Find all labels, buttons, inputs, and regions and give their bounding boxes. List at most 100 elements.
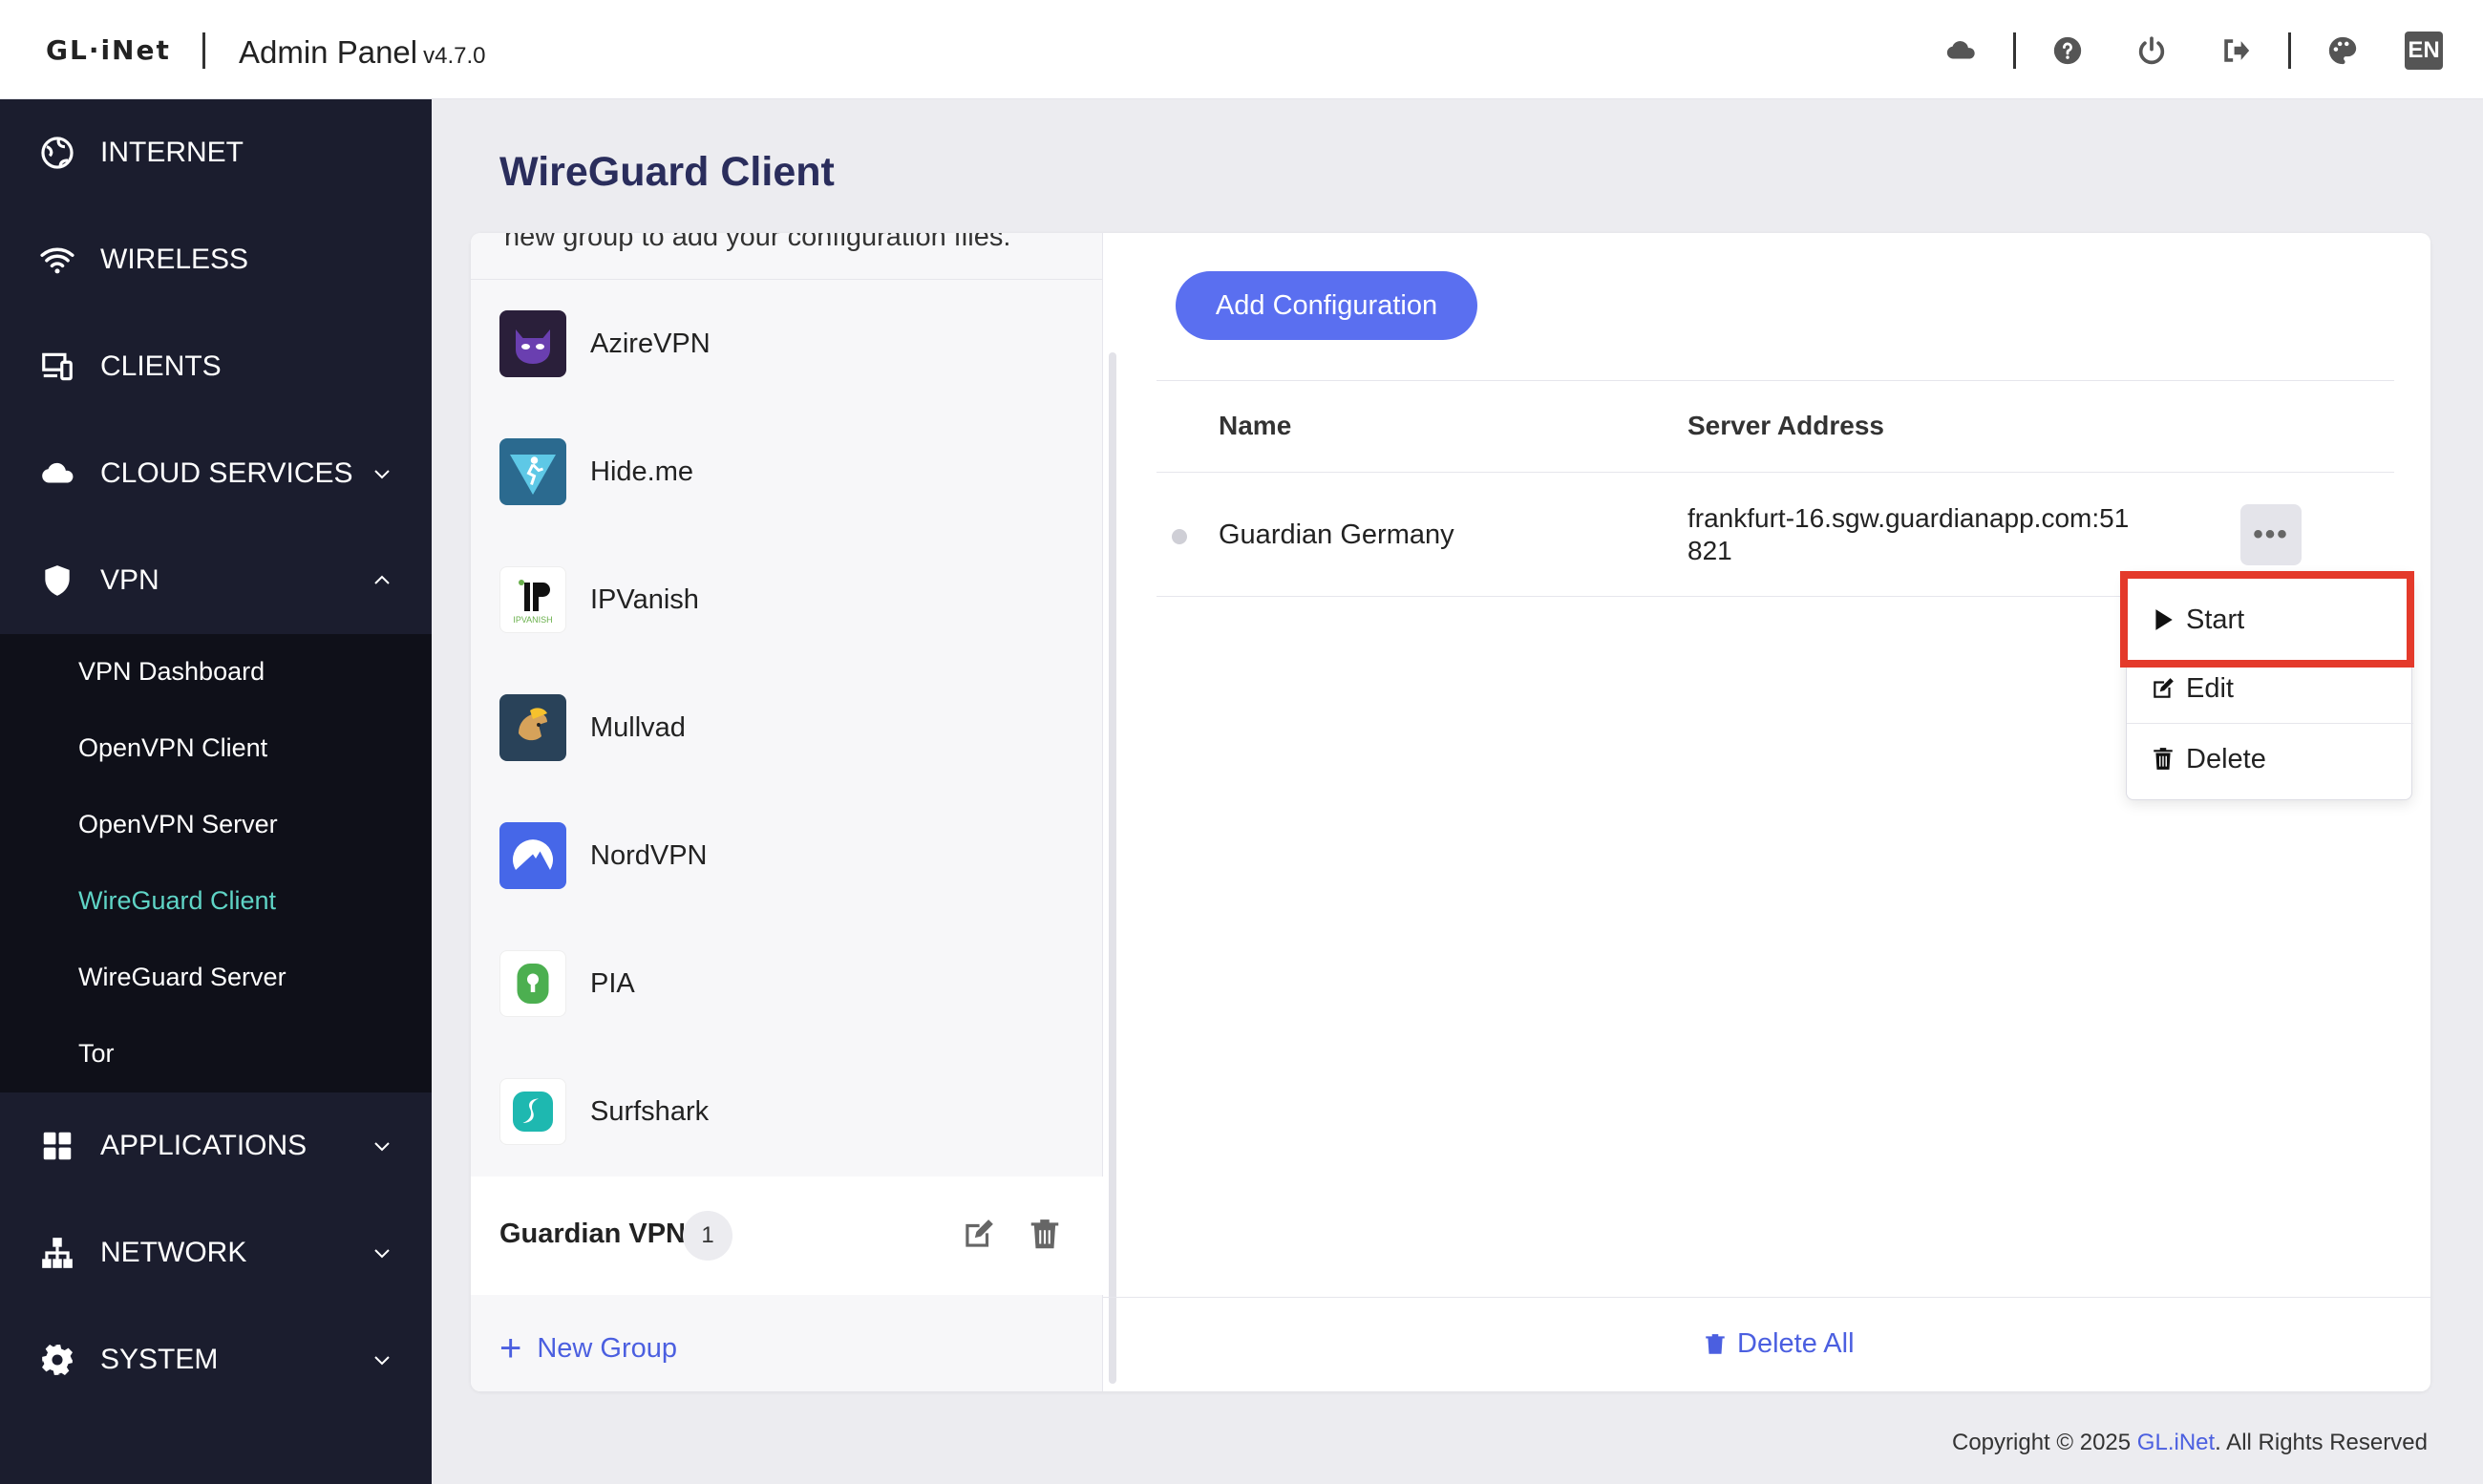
cloud-icon <box>38 455 76 493</box>
sidebar-item-network[interactable]: NETWORK <box>0 1199 432 1306</box>
delete-all-button[interactable]: Delete All <box>1703 1328 1855 1360</box>
provider-item-pia[interactable]: PIA <box>499 936 1092 1031</box>
new-group-button[interactable]: + New Group <box>499 1329 677 1367</box>
sidebar-item-label: NETWORK <box>100 1237 247 1268</box>
instruction-text: new group to add your configuration file… <box>504 233 1011 252</box>
ipvanish-logo-icon: IPVANISH <box>499 566 566 633</box>
provider-name: IPVanish <box>590 583 699 615</box>
svg-text:IPVANISH: IPVANISH <box>513 615 552 625</box>
table-divider <box>1157 380 2394 381</box>
wifi-icon <box>38 241 76 279</box>
trash-icon <box>1706 1333 1725 1354</box>
edit-icon[interactable] <box>960 1217 996 1253</box>
panel-title-text: Admin Panel <box>239 34 418 70</box>
sidebar-item-wireless[interactable]: WIRELESS <box>0 206 432 313</box>
table-divider <box>1157 472 2394 473</box>
provider-item-azirevpn[interactable]: AzireVPN <box>499 296 1092 392</box>
vpn-submenu: VPN Dashboard OpenVPN Client OpenVPN Ser… <box>0 634 432 1092</box>
highlight-box <box>2120 571 2414 668</box>
provider-list: new group to add your configuration file… <box>471 233 1103 1391</box>
trash-icon <box>2154 748 2173 770</box>
menu-item-label: Delete <box>2186 743 2266 774</box>
sidebar-item-label: CLOUD SERVICES <box>100 457 353 489</box>
trash-icon[interactable] <box>1027 1217 1063 1253</box>
config-name: Guardian Germany <box>1219 519 1454 550</box>
gear-icon <box>38 1341 76 1379</box>
more-actions-button[interactable]: ••• <box>2240 504 2302 565</box>
sidebar-item-vpn[interactable]: VPN <box>0 527 432 634</box>
sidebar-item-label: APPLICATIONS <box>100 1130 308 1161</box>
wireguard-card: new group to add your configuration file… <box>471 233 2430 1391</box>
group-item-guardian-vpn[interactable]: Guardian VPN 1 <box>471 1177 1103 1295</box>
panel-title: Admin Panel v4.7.0 <box>239 34 486 71</box>
menu-item-label: Edit <box>2186 672 2234 704</box>
sidebar-item-clients[interactable]: CLIENTS <box>0 313 432 420</box>
version-label: v4.7.0 <box>423 43 486 69</box>
header-separator <box>202 32 205 69</box>
hideme-logo-icon <box>499 438 566 505</box>
sidebar-item-wireguard-server[interactable]: WireGuard Server <box>78 963 286 992</box>
copyright-suffix: . All Rights Reserved <box>2215 1430 2428 1455</box>
sidebar-item-cloud-services[interactable]: CLOUD SERVICES <box>0 420 432 527</box>
pia-logo-icon <box>499 950 566 1017</box>
chevron-down-icon <box>374 470 390 479</box>
provider-item-ipvanish[interactable]: IPVANISH IPVanish <box>499 552 1092 647</box>
delete-all-label: Delete All <box>1737 1328 1855 1359</box>
globe-icon <box>38 134 76 172</box>
sidebar-item-tor[interactable]: Tor <box>78 1039 115 1069</box>
provider-name: AzireVPN <box>590 328 711 359</box>
group-count-badge: 1 <box>683 1211 732 1261</box>
provider-item-hideme[interactable]: Hide.me <box>499 424 1092 519</box>
sidebar-item-system[interactable]: SYSTEM <box>0 1306 432 1413</box>
sidebar-item-label: VPN <box>100 564 159 596</box>
column-header-name: Name <box>1219 411 1292 440</box>
language-selector[interactable]: EN <box>2405 32 2443 70</box>
cloud-icon[interactable] <box>1942 32 1979 69</box>
provider-name: Mullvad <box>590 711 686 743</box>
sidebar-item-label: WIRELESS <box>100 244 249 275</box>
devices-icon <box>38 348 76 386</box>
provider-name: NordVPN <box>590 839 708 871</box>
provider-name: PIA <box>590 967 635 999</box>
plus-icon: + <box>499 1327 522 1369</box>
group-name: Guardian VPN <box>499 1219 686 1249</box>
provider-name: Surfshark <box>590 1095 710 1127</box>
divider <box>471 279 1103 280</box>
surfshark-logo-icon <box>499 1078 566 1145</box>
menu-item-delete[interactable]: Delete <box>2127 725 2413 794</box>
logout-icon[interactable] <box>2218 32 2254 69</box>
network-icon <box>38 1234 76 1272</box>
sidebar: INTERNET WIRELESS CLIENTS CLOUD SERVICES… <box>0 99 432 1484</box>
sidebar-item-label: SYSTEM <box>100 1344 219 1375</box>
add-configuration-button[interactable]: Add Configuration <box>1176 271 1477 340</box>
column-header-server-address: Server Address <box>1687 411 1884 440</box>
sidebar-item-label: CLIENTS <box>100 350 222 382</box>
chevron-down-icon <box>374 1249 390 1259</box>
provider-item-mullvad[interactable]: Mullvad <box>499 680 1092 775</box>
power-icon[interactable] <box>2133 32 2170 69</box>
palette-icon[interactable] <box>2324 32 2361 69</box>
sidebar-item-wireguard-client[interactable]: WireGuard Client <box>78 886 276 916</box>
azirevpn-logo-icon <box>499 310 566 377</box>
gl-inet-link[interactable]: GL.iNet <box>2137 1430 2215 1455</box>
apps-icon <box>38 1127 76 1165</box>
chevron-down-icon <box>374 1142 390 1152</box>
brand-logo[interactable]: GL·iNet <box>46 34 171 66</box>
sidebar-item-openvpn-client[interactable]: OpenVPN Client <box>78 733 267 763</box>
sidebar-item-internet[interactable]: INTERNET <box>0 99 432 206</box>
shield-icon <box>38 562 76 600</box>
sidebar-item-openvpn-server[interactable]: OpenVPN Server <box>78 810 278 839</box>
copyright-prefix: Copyright © 2025 <box>1952 1430 2137 1455</box>
provider-name: Hide.me <box>590 456 693 487</box>
header-separator <box>2013 32 2016 69</box>
chevron-down-icon <box>374 1356 390 1366</box>
sidebar-item-vpn-dashboard[interactable]: VPN Dashboard <box>78 657 265 687</box>
status-dot <box>1172 529 1187 544</box>
help-icon[interactable] <box>2049 32 2086 69</box>
provider-list-scrollbar[interactable] <box>1109 352 1116 1384</box>
provider-item-surfshark[interactable]: Surfshark <box>499 1064 1092 1159</box>
page-title: WireGuard Client <box>499 149 835 195</box>
top-header: GL·iNet Admin Panel v4.7.0 EN <box>0 0 2483 99</box>
sidebar-item-applications[interactable]: APPLICATIONS <box>0 1092 432 1199</box>
provider-item-nordvpn[interactable]: NordVPN <box>499 808 1092 903</box>
